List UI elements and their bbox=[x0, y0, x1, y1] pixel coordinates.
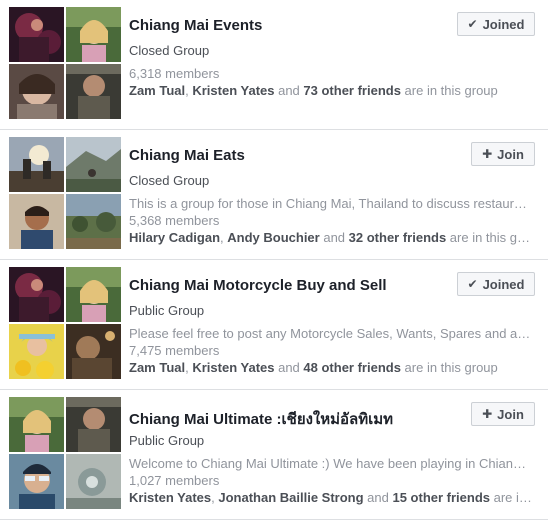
other-friends-link[interactable]: 73 other friends bbox=[303, 83, 401, 98]
group-photo bbox=[66, 64, 121, 119]
group-description: Please feel free to post any Motorcycle … bbox=[129, 326, 533, 341]
joined-button-label: Joined bbox=[482, 276, 525, 292]
friend-name-link[interactable]: Kristen Yates bbox=[192, 83, 274, 98]
group-photo-grid[interactable] bbox=[9, 267, 121, 379]
group-photo bbox=[66, 454, 121, 509]
group-photo bbox=[9, 397, 64, 452]
group-photo bbox=[9, 64, 64, 119]
join-button-label: Join bbox=[497, 146, 524, 162]
group-photo bbox=[66, 397, 121, 452]
check-icon: ✔ bbox=[467, 17, 478, 31]
join-button[interactable]: ✚ Join bbox=[471, 142, 535, 166]
group-friends-line: Hilary Cadigan, Andy Bouchier and 32 oth… bbox=[129, 230, 533, 245]
friend-name-link[interactable]: Kristen Yates bbox=[192, 360, 274, 375]
friends-and: and bbox=[274, 83, 304, 98]
group-privacy: Public Group bbox=[129, 303, 205, 318]
group-privacy: Closed Group bbox=[129, 173, 210, 188]
group-photo-grid[interactable] bbox=[9, 397, 121, 509]
friend-name-link[interactable]: Jonathan Baillie Strong bbox=[218, 490, 363, 505]
group-card: Chiang Mai Ultimate :เชียงใหม่อัลทิเมท P… bbox=[0, 390, 548, 520]
group-photo bbox=[9, 7, 64, 62]
friend-name-link[interactable]: Andy Bouchier bbox=[227, 230, 319, 245]
friends-tail: are in this group bbox=[449, 230, 533, 245]
group-list: Chiang Mai Events Closed Group 6,318 mem… bbox=[0, 0, 548, 521]
friend-name-link[interactable]: Zam Tual bbox=[129, 83, 185, 98]
group-name-link[interactable]: Chiang Mai Motorcycle Buy and Sell bbox=[129, 277, 387, 294]
group-card: Chiang Mai Motorcycle Buy and Sell Publi… bbox=[0, 260, 548, 390]
friend-name-link[interactable]: Zam Tual bbox=[129, 360, 185, 375]
group-card: Chiang Mai Eats Closed Group This is a g… bbox=[0, 130, 548, 260]
join-button-label: Join bbox=[497, 406, 524, 422]
group-name-link[interactable]: Chiang Mai Eats bbox=[129, 147, 245, 164]
joined-button[interactable]: ✔ Joined bbox=[457, 272, 535, 296]
group-description: Welcome to Chiang Mai Ultimate :) We hav… bbox=[129, 456, 533, 471]
group-photo bbox=[66, 267, 121, 322]
group-privacy: Public Group bbox=[129, 433, 205, 448]
group-photo bbox=[66, 137, 121, 192]
group-photo bbox=[9, 324, 64, 379]
group-friends-line: Kristen Yates, Jonathan Baillie Strong a… bbox=[129, 490, 533, 505]
joined-button[interactable]: ✔ Joined bbox=[457, 12, 535, 36]
group-privacy: Closed Group bbox=[129, 43, 210, 58]
add-group-icon: ✚ bbox=[482, 147, 493, 161]
friends-tail: are in this group bbox=[400, 360, 498, 375]
group-name-link[interactable]: Chiang Mai Ultimate :เชียงใหม่อัลทิเมท bbox=[129, 407, 393, 431]
friend-name-link[interactable]: Kristen Yates bbox=[129, 490, 211, 505]
other-friends-link[interactable]: 48 other friends bbox=[303, 360, 401, 375]
group-photo bbox=[9, 454, 64, 509]
group-member-count: 1,027 members bbox=[129, 473, 220, 488]
group-card: Chiang Mai Events Closed Group 6,318 mem… bbox=[0, 0, 548, 130]
other-friends-link[interactable]: 32 other friends bbox=[349, 230, 447, 245]
group-member-count: 6,318 members bbox=[129, 66, 220, 81]
group-member-count: 5,368 members bbox=[129, 213, 220, 228]
join-button[interactable]: ✚ Join bbox=[471, 402, 535, 426]
group-description: This is a group for those in Chiang Mai,… bbox=[129, 196, 533, 211]
group-member-count: 7,475 members bbox=[129, 343, 220, 358]
friends-and: and bbox=[274, 360, 304, 375]
friends-and: and bbox=[319, 230, 349, 245]
group-friends-line: Zam Tual, Kristen Yates and 73 other fri… bbox=[129, 83, 533, 98]
group-photo bbox=[9, 194, 64, 249]
friends-tail: are in this group bbox=[493, 490, 533, 505]
other-friends-link[interactable]: 15 other friends bbox=[392, 490, 490, 505]
add-group-icon: ✚ bbox=[482, 407, 493, 421]
group-photo bbox=[66, 194, 121, 249]
group-photo-grid[interactable] bbox=[9, 137, 121, 249]
friends-and: and bbox=[363, 490, 393, 505]
joined-button-label: Joined bbox=[482, 16, 525, 32]
friends-tail: are in this group bbox=[400, 83, 498, 98]
group-friends-line: Zam Tual, Kristen Yates and 48 other fri… bbox=[129, 360, 533, 375]
group-name-link[interactable]: Chiang Mai Events bbox=[129, 17, 262, 34]
group-photo bbox=[66, 7, 121, 62]
friend-name-link[interactable]: Hilary Cadigan bbox=[129, 230, 220, 245]
group-photo bbox=[9, 267, 64, 322]
group-photo bbox=[66, 324, 121, 379]
check-icon: ✔ bbox=[467, 277, 478, 291]
group-photo-grid[interactable] bbox=[9, 7, 121, 119]
group-photo bbox=[9, 137, 64, 192]
